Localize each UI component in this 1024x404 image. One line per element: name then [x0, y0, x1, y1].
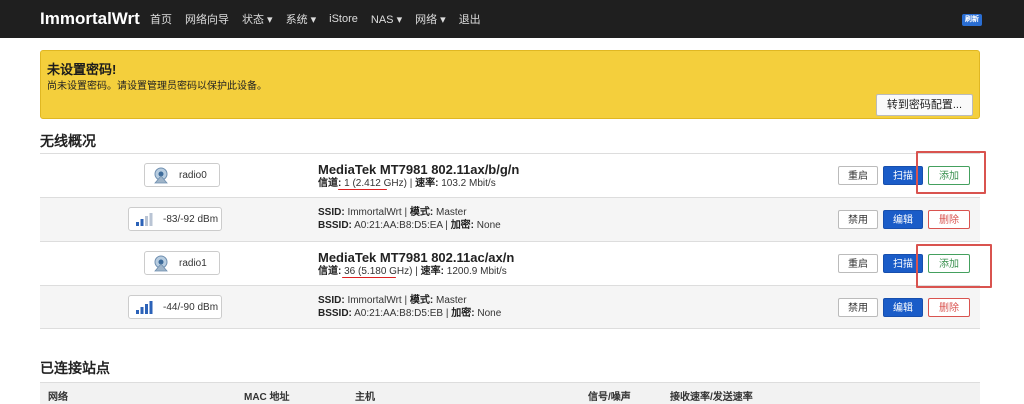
bssid-encryption: BSSID: A0:21:AA:B8:D5:EA | 加密: None: [318, 220, 501, 231]
column-signal-noise[interactable]: 信号/噪声: [588, 388, 631, 403]
connected-stations-title: 已连接站点: [40, 360, 110, 376]
top-navbar: ImmortalWrt 首页 网络向导 状态 ▾ 系统 ▾ iStore NAS…: [0, 0, 1024, 38]
delete-button[interactable]: 删除: [928, 210, 970, 229]
alert-title: 未设置密码!: [47, 62, 117, 77]
column-network[interactable]: 网络: [48, 388, 68, 403]
highlight-box-add: [916, 244, 992, 288]
network-actions: 禁用 编辑 删除: [833, 210, 970, 229]
menu-item-network[interactable]: 网络 ▾: [415, 11, 446, 27]
freq-underline-annotation: [338, 189, 387, 190]
alert-message: 尚未设置密码。请设置管理员密码以保护此设备。: [47, 81, 267, 92]
radio-model: MediaTek MT7981 802.11ax/b/g/n: [318, 162, 520, 177]
wifi-radio-icon: [154, 167, 168, 184]
signal-value: -44/-90 dBm: [163, 301, 219, 313]
network-info: SSID: ImmortalWrt | 模式: Master BSSID: A0…: [318, 294, 501, 320]
radio-name: radio0: [179, 169, 207, 181]
network-row: -83/-92 dBm SSID: ImmortalWrt | 模式: Mast…: [40, 197, 980, 241]
disable-button[interactable]: 禁用: [838, 210, 878, 229]
delete-button[interactable]: 删除: [928, 298, 970, 317]
no-password-alert: 未设置密码! 尚未设置密码。请设置管理员密码以保护此设备。 转到密码配置...: [40, 50, 980, 119]
radio-info: MediaTek MT7981 802.11ac/ax/n 信道: 36 (5.…: [318, 250, 514, 278]
network-info: SSID: ImmortalWrt | 模式: Master BSSID: A0…: [318, 206, 501, 232]
signal-bars-icon: [136, 213, 153, 226]
menu-item-nas[interactable]: NAS ▾: [371, 13, 402, 26]
stations-table-header: 网络 MAC 地址 主机 信号/噪声 接收速率/发送速率: [40, 382, 980, 404]
menu-item-logout[interactable]: 退出: [459, 11, 481, 27]
menu-item-system[interactable]: 系统 ▾: [286, 11, 317, 27]
radio-badge[interactable]: radio0: [144, 163, 220, 187]
signal-value: -83/-92 dBm: [163, 213, 219, 225]
wireless-overview-title: 无线概况: [40, 133, 96, 149]
column-mac[interactable]: MAC 地址: [244, 388, 290, 403]
freq-underline-annotation: [342, 277, 396, 278]
menu-item-istore[interactable]: iStore: [329, 13, 358, 25]
radio-row: radio0 MediaTek MT7981 802.11ax/b/g/n 信道…: [40, 153, 980, 197]
highlight-box-add: [916, 151, 986, 194]
edit-button[interactable]: 编辑: [883, 210, 923, 229]
edit-button[interactable]: 编辑: [883, 298, 923, 317]
signal-badge: -44/-90 dBm: [128, 295, 222, 319]
column-host[interactable]: 主机: [355, 388, 375, 403]
disable-button[interactable]: 禁用: [838, 298, 878, 317]
restart-button[interactable]: 重启: [838, 166, 878, 185]
radio-info: MediaTek MT7981 802.11ax/b/g/n 信道: 1 (2.…: [318, 162, 519, 190]
menu-item-network-wizard[interactable]: 网络向导: [185, 11, 229, 27]
go-to-password-button[interactable]: 转到密码配置...: [875, 94, 973, 116]
ssid-mode: SSID: ImmortalWrt | 模式: Master: [318, 207, 467, 218]
column-rx-tx-rate[interactable]: 接收速率/发送速率: [670, 388, 753, 403]
radio-row: radio1 MediaTek MT7981 802.11ac/ax/n 信道:…: [40, 241, 980, 285]
wifi-radio-icon: [154, 255, 168, 272]
bssid-encryption: BSSID: A0:21:AA:B8:D5:EB | 加密: None: [318, 308, 502, 319]
radio-name: radio1: [179, 257, 207, 269]
brand-logo[interactable]: ImmortalWrt: [40, 9, 140, 29]
refresh-badge[interactable]: 刷新: [962, 14, 982, 26]
menu-item-home[interactable]: 首页: [150, 11, 172, 27]
network-actions: 禁用 编辑 删除: [833, 298, 970, 317]
main-menu: 首页 网络向导 状态 ▾ 系统 ▾ iStore NAS ▾ 网络 ▾ 退出: [150, 0, 494, 38]
network-row: -44/-90 dBm SSID: ImmortalWrt | 模式: Mast…: [40, 285, 980, 329]
radio-model: MediaTek MT7981 802.11ac/ax/n: [318, 250, 515, 265]
signal-badge: -83/-92 dBm: [128, 207, 222, 231]
menu-item-status[interactable]: 状态 ▾: [242, 11, 273, 27]
signal-bars-icon: [136, 301, 153, 314]
restart-button[interactable]: 重启: [838, 254, 878, 273]
ssid-mode: SSID: ImmortalWrt | 模式: Master: [318, 295, 467, 306]
radio-badge[interactable]: radio1: [144, 251, 220, 275]
